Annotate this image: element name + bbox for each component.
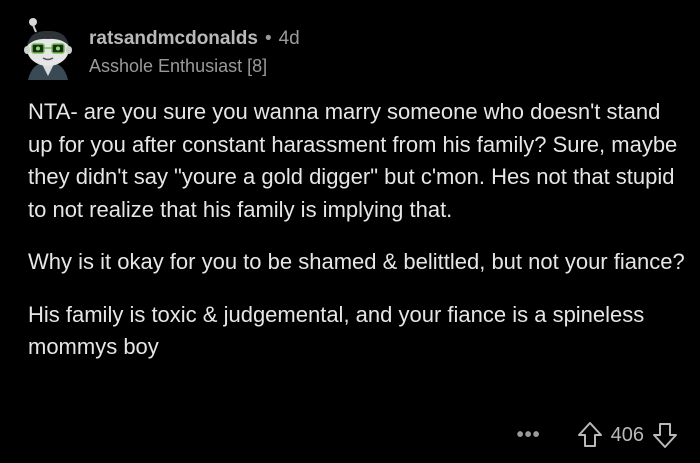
comment-paragraph: His family is toxic & judgemental, and y… [28, 301, 645, 360]
author-username[interactable]: ratsandmcdonalds [89, 28, 258, 50]
meta-separator: • [264, 28, 272, 49]
comment: ratsandmcdonalds • 4d Asshole Enthusiast… [0, 0, 700, 463]
comment-body: NTA- are you sure you wanna marry someon… [28, 96, 688, 364]
comment-actions: ••• 406 [517, 420, 678, 450]
comment-meta: ratsandmcdonalds • 4d Asshole Enthusiast… [89, 28, 489, 77]
upvote-arrow-icon[interactable] [577, 421, 603, 449]
author-line: ratsandmcdonalds • 4d [89, 28, 489, 52]
vote-controls: 406 [577, 421, 678, 449]
avatar[interactable] [18, 18, 78, 82]
comment-paragraph: Why is it okay for you to be shamed & be… [28, 249, 685, 274]
comment-paragraph: NTA- are you sure you wanna marry someon… [28, 99, 678, 222]
more-options-button[interactable]: ••• [517, 424, 541, 447]
downvote-arrow-icon[interactable] [652, 421, 678, 449]
user-flair: Asshole Enthusiast [8] [89, 56, 268, 76]
vote-score: 406 [610, 423, 644, 446]
comment-age: 4d [278, 28, 300, 49]
